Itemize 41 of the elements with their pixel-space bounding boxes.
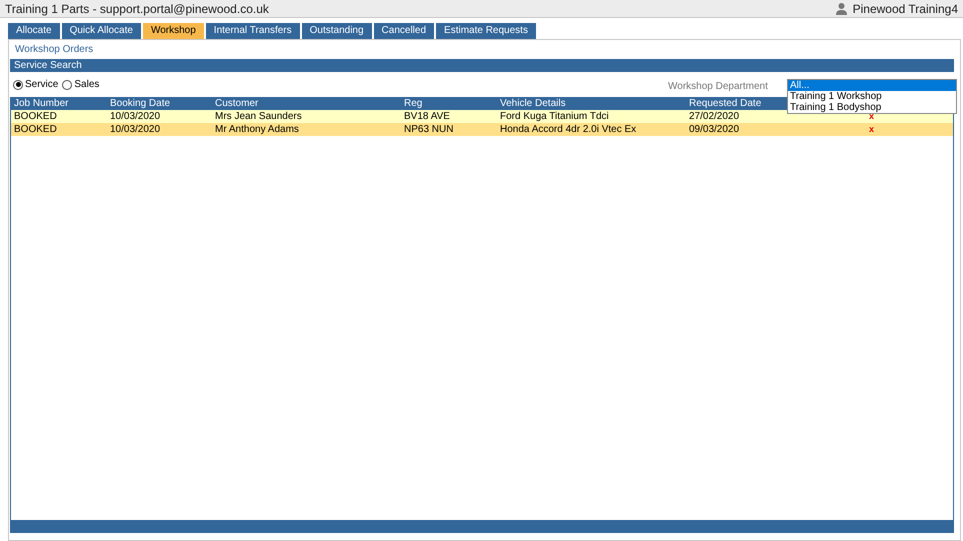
department-label: Workshop Department	[668, 80, 768, 94]
user-icon	[834, 2, 848, 15]
tab[interactable]: Cancelled	[374, 23, 434, 39]
tab[interactable]: Quick Allocate	[62, 23, 141, 39]
table-cell: BOOKED	[14, 123, 57, 136]
user-name: Pinewood Training4	[852, 0, 958, 18]
radio-button[interactable]	[13, 80, 23, 90]
column-header: Job Number	[14, 98, 68, 110]
radio-button[interactable]	[62, 80, 72, 90]
table-cell: 09/03/2020	[689, 123, 740, 136]
table-cell: 27/02/2020	[689, 110, 740, 123]
table-cell: Honda Accord 4dr 2.0i Vtec Ex	[500, 123, 636, 136]
delete-icon[interactable]: x	[869, 111, 874, 121]
table-cell: Ford Kuga Titanium Tdci	[500, 110, 609, 123]
table-cell: Mr Anthony Adams	[215, 123, 299, 136]
tab[interactable]: Estimate Requests	[436, 23, 536, 39]
section-header: Service Search	[10, 59, 954, 72]
column-header: Vehicle Details	[500, 98, 566, 110]
table-row[interactable]: BOOKED 10/03/2020 Mr Anthony Adams NP63 NUN Honda Accord 4dr 2.0i Vtec Ex 09/03/2020 x	[11, 123, 953, 136]
tab[interactable]: Internal Transfers	[206, 23, 300, 39]
column-header: Booking Date	[110, 98, 170, 110]
column-header: Customer	[215, 98, 258, 110]
column-header: Requested Date	[689, 98, 762, 110]
window-title: Training 1 Parts - support.portal@pinewood.co.uk	[5, 0, 269, 18]
table-cell: NP63 NUN	[404, 123, 454, 136]
dropdown-option[interactable]: Training 1 Bodyshop	[788, 102, 956, 113]
table-cell: BOOKED	[14, 110, 57, 123]
table-cell: Mrs Jean Saunders	[215, 110, 302, 123]
dropdown-option[interactable]: Training 1 Workshop	[788, 91, 956, 102]
page-title: Workshop Orders	[15, 43, 94, 57]
table-cell: 10/03/2020	[110, 110, 160, 123]
tab[interactable]: Workshop	[142, 23, 204, 39]
table-cell: 10/03/2020	[110, 123, 160, 136]
column-header: Reg	[404, 98, 422, 110]
tab[interactable]: Allocate	[8, 23, 60, 39]
radio-option[interactable]: Service	[13, 77, 58, 92]
table-cell: BV18 AVE	[404, 110, 450, 123]
tab[interactable]: Outstanding	[302, 23, 372, 39]
delete-icon[interactable]: x	[869, 124, 874, 134]
radio-option[interactable]: Sales	[62, 77, 100, 92]
dropdown-option[interactable]: All...	[788, 80, 956, 91]
